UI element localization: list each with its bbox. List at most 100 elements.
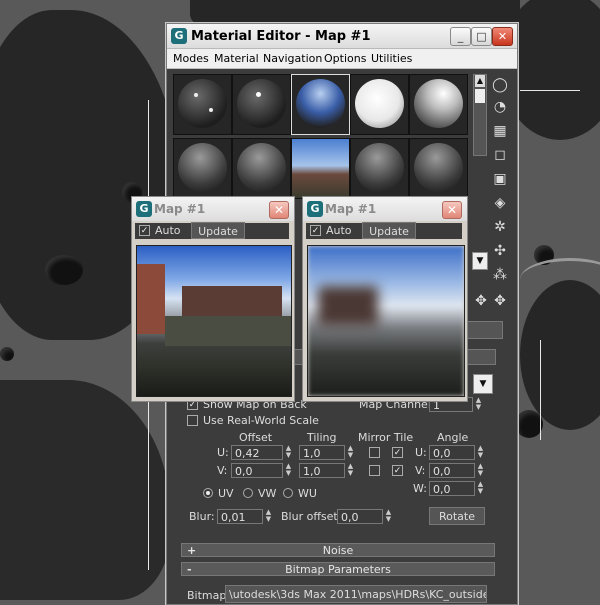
tile-v-checkbox[interactable]: ✓ — [392, 465, 403, 476]
highlight-dot — [194, 93, 198, 97]
offset-u-field[interactable]: 0,42 — [231, 445, 283, 460]
sample-slot-7[interactable] — [232, 138, 291, 199]
bitmap-rollout-label: Bitmap Parameters — [285, 563, 391, 576]
tiling-v-field[interactable]: 1,0 — [299, 463, 345, 478]
angle-u-label: U: — [415, 446, 427, 459]
bitmap-path-button[interactable]: \utodesk\3ds Max 2011\maps\HDRs\KC_outsi… — [225, 585, 487, 603]
menu-options[interactable]: Options — [324, 52, 366, 65]
bitmap-parameters-rollout[interactable]: - Bitmap Parameters — [181, 562, 495, 576]
wu-radio[interactable] — [283, 488, 293, 498]
viewport-shape — [520, 280, 600, 430]
minimize-button[interactable]: _ — [450, 27, 471, 46]
angle-v-spinner[interactable]: ▲ ▼ — [476, 463, 485, 478]
blur-spinner[interactable]: ▲ ▼ — [264, 509, 273, 524]
blur-label: Blur: — [189, 510, 215, 523]
map-window-close-button[interactable]: ✕ — [269, 201, 289, 219]
angle-v-field[interactable]: 0,0 — [429, 463, 475, 478]
map-window-title: Map #1 — [154, 202, 206, 216]
sample-slot-1[interactable] — [173, 74, 232, 135]
tiling-u-spinner[interactable]: ▲ ▼ — [346, 445, 355, 460]
mirror-u-checkbox[interactable] — [369, 447, 380, 458]
sample-type-sphere-icon[interactable]: ◯ — [491, 76, 509, 94]
sample-slot-3[interactable] — [291, 74, 350, 135]
make-preview-icon[interactable]: ◈ — [491, 194, 509, 212]
material-map-navigator-icon[interactable]: ⁂ — [491, 266, 509, 284]
sphere-object — [0, 347, 14, 361]
map-preview-window-1[interactable]: G Map #1 ✕ ✓ Auto Update — [131, 196, 295, 402]
close-button[interactable]: ✕ — [492, 27, 513, 46]
menu-navigation[interactable]: Navigation — [263, 52, 322, 65]
map-window-title-bar[interactable]: G Map #1 ✕ — [132, 197, 294, 221]
material-sphere — [355, 79, 404, 128]
highlight-dot — [256, 92, 261, 97]
material-sphere — [355, 143, 404, 192]
map-window-title-bar[interactable]: G Map #1 ✕ — [303, 197, 467, 221]
select-by-material-icon[interactable]: ✣ — [491, 242, 509, 260]
map-channel-spinner[interactable]: ▲ ▼ — [474, 397, 483, 412]
material-sphere — [178, 143, 227, 192]
tiling-v-spinner[interactable]: ▲ ▼ — [346, 463, 355, 478]
menu-material[interactable]: Material — [214, 52, 259, 65]
mirror-v-checkbox[interactable] — [369, 465, 380, 476]
update-button[interactable]: Update — [362, 222, 416, 239]
maximize-button[interactable]: □ — [471, 27, 492, 46]
show-map-icon[interactable]: ✥ — [472, 292, 490, 310]
menu-utilities[interactable]: Utilities — [371, 52, 412, 65]
offset-v-spinner[interactable]: ▲ ▼ — [284, 463, 293, 478]
backlight-icon[interactable]: ◔ — [491, 98, 509, 116]
material-sphere — [237, 143, 286, 192]
blur-offset-spinner[interactable]: ▲ ▼ — [384, 509, 393, 524]
noise-rollout[interactable]: + Noise — [181, 543, 495, 557]
sample-uv-tiling-icon[interactable]: ◻ — [491, 146, 509, 164]
uv-radio[interactable] — [203, 488, 213, 498]
title-bar[interactable]: G Material Editor - Map #1 _ □ ✕ — [167, 24, 517, 49]
sample-slot-6[interactable] — [173, 138, 232, 199]
blurred-preview-image — [307, 245, 465, 397]
sample-slot-10[interactable] — [409, 138, 468, 199]
angle-w-field[interactable]: 0,0 — [429, 481, 475, 496]
scroll-up-arrow-icon[interactable]: ▲ — [475, 75, 485, 87]
use-real-world-scale-checkbox[interactable] — [187, 415, 198, 426]
offset-v-field[interactable]: 0,0 — [231, 463, 283, 478]
options-icon[interactable]: ✲ — [491, 218, 509, 236]
sample-slot-8[interactable] — [291, 138, 350, 199]
material-sphere — [414, 79, 463, 128]
sample-dropdown-arrow[interactable]: ▼ — [472, 252, 488, 270]
v-label: V: — [217, 464, 228, 477]
video-color-check-icon[interactable]: ▣ — [491, 170, 509, 188]
offset-u-spinner[interactable]: ▲ ▼ — [284, 445, 293, 460]
tiling-header: Tiling — [307, 431, 337, 444]
sample-slot-4[interactable] — [350, 74, 409, 135]
viewport-shape — [0, 380, 170, 600]
angle-w-spinner[interactable]: ▲ ▼ — [476, 481, 485, 496]
wall — [165, 316, 291, 346]
mirror-tile-header: Mirror Tile — [358, 431, 414, 444]
material-sphere — [296, 79, 345, 128]
blur-field[interactable]: 0,01 — [217, 509, 263, 524]
auto-checkbox[interactable]: ✓ — [139, 225, 150, 236]
blur-offset-label: Blur offset: — [281, 510, 342, 523]
angle-u-field[interactable]: 0,0 — [429, 445, 475, 460]
u-label: U: — [217, 446, 229, 459]
menu-modes[interactable]: Modes — [173, 52, 209, 65]
blur-offset-field[interactable]: 0,0 — [337, 509, 383, 524]
building-left — [137, 264, 165, 334]
map-window-close-button[interactable]: ✕ — [442, 201, 462, 219]
angle-u-spinner[interactable]: ▲ ▼ — [476, 445, 485, 460]
sample-slot-2[interactable] — [232, 74, 291, 135]
vw-radio[interactable] — [243, 488, 253, 498]
mapping-dropdown-arrow[interactable]: ▼ — [473, 374, 493, 394]
sample-slot-5[interactable] — [409, 74, 468, 135]
tiling-u-field[interactable]: 1,0 — [299, 445, 345, 460]
map-preview-window-2[interactable]: G Map #1 ✕ ✓ Auto Update — [302, 196, 468, 402]
show-end-result-icon[interactable]: ✥ — [491, 292, 509, 310]
background-checker-icon[interactable]: ▦ — [491, 122, 509, 140]
rotate-button[interactable]: Rotate — [429, 507, 485, 525]
slots-scrollbar[interactable]: ▲ — [473, 74, 487, 156]
sample-slot-9[interactable] — [350, 138, 409, 199]
auto-checkbox[interactable]: ✓ — [310, 225, 321, 236]
scroll-thumb[interactable] — [475, 89, 485, 103]
tile-u-checkbox[interactable]: ✓ — [392, 447, 403, 458]
update-button[interactable]: Update — [191, 222, 245, 239]
blurred-building — [318, 286, 378, 326]
